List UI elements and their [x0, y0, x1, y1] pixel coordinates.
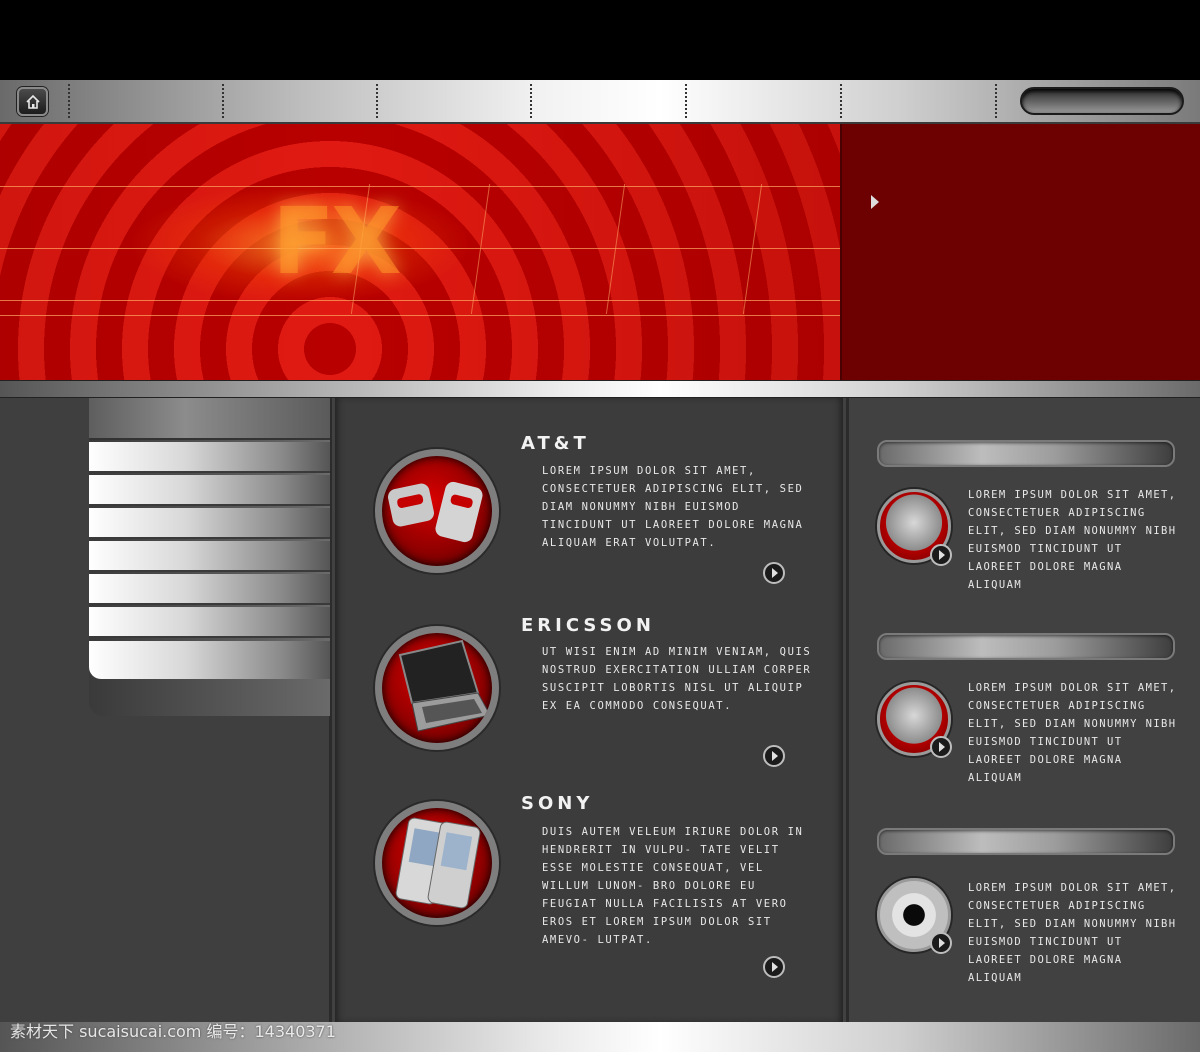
side-menu-item-1[interactable] — [89, 442, 330, 473]
fx-logo: FX — [272, 188, 402, 295]
hero-grid-line — [0, 248, 840, 249]
nav-item-4[interactable] — [532, 84, 682, 120]
nav-item-5[interactable] — [687, 84, 837, 120]
play-arrow-icon[interactable] — [871, 195, 879, 209]
nav-item-2[interactable] — [224, 84, 374, 120]
product-title: AT&T — [521, 433, 590, 454]
side-menu-item-2[interactable] — [89, 475, 330, 506]
nav-separator — [222, 84, 224, 120]
product-description: DUIS AUTEM VELEUM IRIURE DOLOR IN HENDRE… — [542, 826, 804, 946]
product-title: SONY — [521, 793, 594, 814]
side-menu-item-4[interactable] — [89, 541, 330, 572]
hero-grid-line — [0, 315, 840, 316]
side-description: LOREM IPSUM DOLOR SIT AMET, CONSECTETUER… — [968, 682, 1177, 784]
hero-grid-line — [0, 300, 840, 301]
play-icon[interactable] — [763, 562, 785, 584]
side-description: LOREM IPSUM DOLOR SIT AMET, CONSECTETUER… — [968, 489, 1177, 591]
nav-separator — [530, 84, 532, 120]
side-menu-header — [89, 398, 330, 440]
nav-separator — [376, 84, 378, 120]
product-description: LOREM IPSUM DOLOR SIT AMET, CONSECTETUER… — [542, 465, 804, 549]
nav-separator — [68, 84, 70, 120]
play-icon[interactable] — [930, 932, 952, 954]
side-heading-bar[interactable] — [877, 828, 1175, 855]
watermark: 素材天下 sucaisucai.com 编号：14340371 — [10, 1022, 336, 1041]
side-heading-bar[interactable] — [877, 633, 1175, 660]
nav-item-3[interactable] — [378, 84, 528, 120]
side-menu-item-5[interactable] — [89, 574, 330, 605]
pda-icon[interactable] — [375, 801, 499, 925]
chrome-divider — [0, 380, 1200, 398]
side-menu-item-3[interactable] — [89, 508, 330, 539]
play-icon[interactable] — [930, 544, 952, 566]
play-icon[interactable] — [763, 956, 785, 978]
product-title: ERICSSON — [521, 615, 655, 636]
phone-flip-icon[interactable] — [375, 449, 499, 573]
side-description: LOREM IPSUM DOLOR SIT AMET, CONSECTETUER… — [968, 882, 1177, 984]
side-menu-item-6[interactable] — [89, 607, 330, 638]
hero-grid-line — [0, 186, 840, 187]
nav-separator — [840, 84, 842, 120]
nav-separator — [685, 84, 687, 120]
side-heading-bar[interactable] — [877, 440, 1175, 467]
play-icon[interactable] — [763, 745, 785, 767]
hero-side-panel — [840, 124, 1200, 380]
nav-separator — [995, 84, 997, 120]
top-band — [0, 0, 1200, 80]
home-button[interactable] — [17, 87, 48, 116]
home-icon — [26, 94, 40, 109]
nav-item-6[interactable] — [842, 84, 992, 120]
search-input[interactable] — [1020, 87, 1184, 115]
hero-banner: FX — [0, 124, 840, 380]
nav-item-1[interactable] — [70, 84, 220, 120]
side-menu-item-7[interactable] — [89, 641, 330, 679]
play-icon[interactable] — [930, 736, 952, 758]
product-description: UT WISI ENIM AD MINIM VENIAM, QUIS NOSTR… — [542, 646, 812, 712]
nav-bar — [0, 80, 1200, 124]
laptop-icon[interactable] — [375, 626, 499, 750]
